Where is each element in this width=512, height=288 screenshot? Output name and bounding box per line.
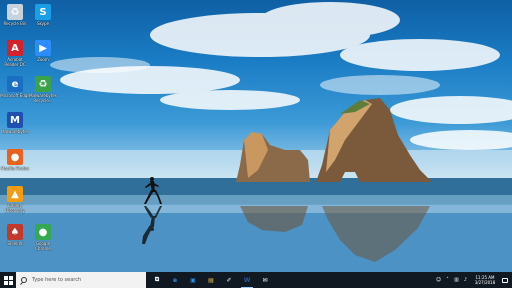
desktop-icon[interactable]: ● Mozilla Firefox (0, 149, 30, 171)
taskbar: Type here to search ⧉ e ▣ ▤ ✐ W ✉ ☺ ˄ ▥ ♪ 11:25 A… (0, 272, 512, 288)
mail-taskbar-icon: ✉ (262, 276, 268, 284)
malwarebytes-icon: M (7, 112, 23, 128)
start-button[interactable] (0, 272, 16, 288)
desktop-icon[interactable]: ▲ Gallery Discovery (0, 186, 30, 213)
taskbar-apps: ⧉ e ▣ ▤ ✐ W ✉ (148, 272, 274, 288)
firefox-icon: ● (7, 149, 23, 165)
taskbar-app-button[interactable]: W (238, 272, 256, 288)
desktop-wallpaper (0, 0, 512, 272)
tray-icons: ☺ ˄ ▥ ♪ (434, 272, 470, 288)
desktop-icon[interactable]: ♻ Recycle Bin (0, 4, 30, 26)
taskbar-app-button[interactable]: ▤ (202, 272, 220, 288)
action-center-button[interactable] (500, 272, 510, 288)
desktop-icon[interactable]: e Microsoft Edge (0, 76, 30, 98)
desktop-icon-label: Acrobat Reader DC (4, 57, 26, 67)
desktop-icon[interactable]: M Malwarebytes (0, 112, 30, 134)
windows-logo-icon (3, 275, 13, 285)
desktop-icon-label: Recycle Bin (3, 21, 27, 26)
malwarebytes-recycle-icon: ♻ (35, 76, 51, 92)
desktop-icon[interactable]: ♻ Malwarebytes Recycle... (28, 76, 58, 103)
gallery-icon: ▲ (7, 186, 23, 202)
acrobat-reader-icon: A (7, 40, 23, 56)
store-taskbar-icon: ▣ (190, 276, 196, 284)
desktop-icon-label: Malwarebytes Recycle... (29, 93, 57, 103)
taskbar-app-button[interactable]: ▣ (184, 272, 202, 288)
edge-icon: e (7, 76, 23, 92)
people-icon[interactable]: ☺ (434, 272, 443, 288)
search-box[interactable]: Type here to search (16, 272, 146, 288)
taskbar-app-button[interactable]: ✐ (220, 272, 238, 288)
taskbar-app-button[interactable]: ✉ (256, 272, 274, 288)
volume-icon[interactable]: ♪ (461, 272, 470, 288)
desktop-icon-label: ShieldX (7, 241, 23, 246)
photos-taskbar-icon: ▤ (208, 276, 214, 284)
clock[interactable]: 11:25 AM 3/27/2018 (470, 272, 500, 288)
system-tray: ☺ ˄ ▥ ♪ 11:25 AM 3/27/2018 (434, 272, 512, 288)
chevron-up-icon[interactable]: ˄ (443, 272, 452, 288)
taskbar-app-button[interactable]: ⧉ (148, 272, 166, 288)
desktop-icon-label: Skype (36, 21, 50, 26)
clock-date: 3/27/2018 (474, 280, 496, 285)
taskbar-app-button[interactable]: e (166, 272, 184, 288)
chrome-icon: ● (35, 224, 51, 240)
notification-icon (502, 277, 508, 283)
paint-taskbar-icon: ✐ (226, 276, 232, 284)
desktop-icon-label: Google Chrome (35, 241, 51, 251)
word-taskbar-icon: W (243, 276, 251, 284)
zoom-icon: ▶ (35, 40, 51, 56)
search-placeholder: Type here to search (32, 277, 82, 283)
skype-icon: S (35, 4, 51, 20)
desktop-icon[interactable]: S Skype (28, 4, 58, 26)
desktop-icon-label: Microsoft Edge (0, 93, 30, 98)
desktop-icon-label: Malwarebytes (1, 129, 29, 134)
desktop-icon[interactable]: ● Google Chrome (28, 224, 58, 251)
desktop-icon-label: Gallery Discovery (5, 203, 25, 213)
wallpaper-scene (0, 2, 512, 272)
edge-taskbar-icon: e (172, 276, 178, 284)
desktop-icon-label: Mozilla Firefox (0, 166, 30, 171)
desktop-icon[interactable]: A Acrobat Reader DC (0, 40, 30, 67)
recycle-bin-icon: ♻ (7, 4, 23, 20)
desktop-icon[interactable]: ▶ Zoom (28, 40, 58, 62)
desktop-icon-label: Zoom (37, 57, 49, 62)
task-view-icon: ⧉ (154, 276, 160, 283)
network-icon[interactable]: ▥ (452, 272, 461, 288)
search-icon (21, 277, 27, 283)
desktop-icon[interactable]: ♠ ShieldX (0, 224, 30, 246)
app-red-icon: ♠ (7, 224, 23, 240)
